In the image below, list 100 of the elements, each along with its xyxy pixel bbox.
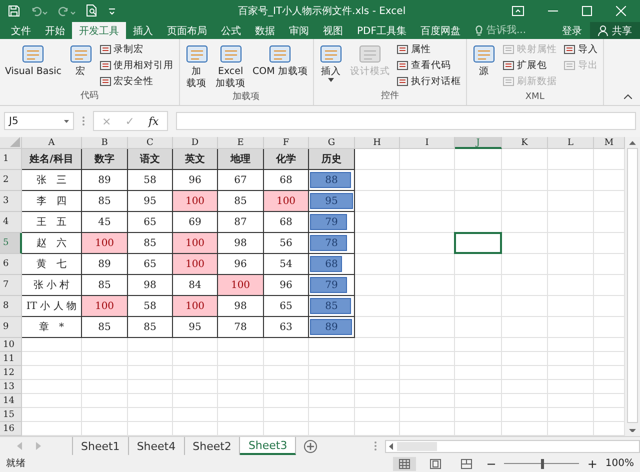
tell-me-field[interactable]: 告诉我... <box>486 25 546 36</box>
ribbon-button[interactable]: 源 <box>470 42 498 92</box>
formula-input[interactable] <box>176 112 636 130</box>
ribbon-button[interactable]: 导入 <box>562 42 600 58</box>
scroll-left-icon[interactable] <box>389 442 393 450</box>
empty-cell <box>264 352 309 366</box>
column-header[interactable]: E <box>218 137 264 150</box>
collapse-ribbon-icon[interactable] <box>624 94 632 100</box>
ribbon-tab[interactable]: PDF工具集 <box>350 22 414 40</box>
normal-view-icon[interactable] <box>393 456 416 471</box>
ribbon-tab[interactable]: 数据 <box>248 22 282 40</box>
empty-cell <box>355 380 400 394</box>
ribbon-button[interactable]: 查看代码 <box>394 58 463 74</box>
ribbon-group-label: 加载项 <box>232 90 261 104</box>
sheet-tab[interactable]: Sheet3 <box>240 437 296 456</box>
column-header[interactable]: A <box>22 137 82 150</box>
zoom-out-button[interactable]: − <box>486 456 496 471</box>
save-icon[interactable] <box>8 4 20 17</box>
table-cell: 王 五 <box>22 212 82 234</box>
zoom-in-button[interactable]: + <box>587 456 598 471</box>
splitter-handle-icon[interactable] <box>374 441 377 452</box>
row-header[interactable]: 10 <box>0 338 22 352</box>
undo-icon[interactable] <box>30 4 48 17</box>
column-header[interactable]: C <box>128 137 173 150</box>
row-header[interactable]: 15 <box>0 408 22 422</box>
ribbon-tab[interactable]: 开发工具 <box>72 22 126 40</box>
row-header[interactable]: 2 <box>0 170 22 192</box>
ribbon-button[interactable]: 属性 <box>394 42 463 58</box>
ribbon-button[interactable]: 插入 <box>316 42 345 90</box>
row-header[interactable]: 11 <box>0 352 22 366</box>
ribbon-tab[interactable]: 百度网盘 <box>413 22 468 40</box>
row-header[interactable]: 7 <box>0 275 22 296</box>
login-button[interactable]: 登录 <box>554 22 590 40</box>
column-header[interactable]: F <box>264 137 309 150</box>
empty-cell <box>502 366 548 380</box>
column-header[interactable]: G <box>309 137 355 150</box>
empty-cell <box>355 254 400 276</box>
column-header[interactable]: B <box>82 137 128 150</box>
row-header[interactable]: 1 <box>0 149 22 170</box>
column-header[interactable]: D <box>173 137 218 150</box>
zoom-slider-thumb[interactable] <box>540 458 544 469</box>
scroll-up-icon[interactable] <box>629 141 636 146</box>
column-header[interactable]: K <box>502 137 548 150</box>
ribbon-tab[interactable]: 公式 <box>214 22 248 40</box>
ribbon-button[interactable]: Visual Basic <box>3 42 64 90</box>
ribbon-button[interactable]: 宏安全性 <box>98 74 176 90</box>
scroll-down-icon[interactable] <box>629 428 636 432</box>
row-header[interactable]: 16 <box>0 422 22 436</box>
column-header[interactable]: J <box>455 137 502 150</box>
close-icon[interactable] <box>616 6 626 16</box>
maximize-icon[interactable] <box>582 6 592 16</box>
ribbon-button[interactable]: 宏 <box>66 42 95 90</box>
ribbon-tab[interactable]: 插入 <box>126 22 160 40</box>
empty-cell <box>218 366 264 380</box>
row-header[interactable]: 5 <box>0 233 22 254</box>
ribbon-display-icon[interactable] <box>512 6 524 16</box>
ribbon-button[interactable]: 执行对话框 <box>394 74 463 90</box>
scrollbar-thumb[interactable] <box>397 442 437 451</box>
scrollbar-thumb[interactable] <box>627 148 638 423</box>
row-header[interactable]: 13 <box>0 380 22 394</box>
empty-cell <box>502 394 548 408</box>
add-sheet-icon[interactable] <box>304 440 318 453</box>
column-header[interactable]: H <box>355 137 400 150</box>
table-cell: 58 <box>128 170 173 192</box>
row-header[interactable]: 9 <box>0 317 22 338</box>
window-title: 百家号_IT小人物示例文件.xls - Excel <box>238 4 407 18</box>
column-header[interactable]: M <box>594 137 625 150</box>
ribbon-button[interactable]: Excel 加载项 <box>214 42 248 90</box>
share-button[interactable]: 共享 <box>590 22 640 40</box>
ribbon-tab[interactable]: 页面布局 <box>160 22 214 40</box>
ribbon-button[interactable]: 使用相对引用 <box>98 58 176 74</box>
ribbon-tab[interactable]: 审阅 <box>282 22 316 40</box>
print-preview-icon[interactable] <box>86 4 98 18</box>
row-header[interactable]: 12 <box>0 366 22 380</box>
ribbon-tab[interactable]: 文件 <box>4 22 38 40</box>
row-header[interactable]: 3 <box>0 191 22 212</box>
splitter-handle-icon[interactable] <box>82 116 85 126</box>
ribbon-button[interactable]: 扩展包 <box>500 58 559 74</box>
redo-icon[interactable] <box>58 4 76 17</box>
ribbon-tab[interactable]: 开始 <box>38 22 72 40</box>
row-header[interactable]: 6 <box>0 254 22 276</box>
empty-cell <box>548 275 594 296</box>
table-cell: 87 <box>218 212 264 234</box>
ribbon-tab[interactable]: 视图 <box>316 22 350 40</box>
row-header[interactable]: 4 <box>0 212 22 234</box>
row-header[interactable]: 8 <box>0 296 22 318</box>
row-header[interactable]: 14 <box>0 394 22 408</box>
ribbon-button[interactable]: 录制宏 <box>98 42 176 58</box>
column-header[interactable]: I <box>400 137 455 150</box>
ribbon-button[interactable]: COM 加载项 <box>250 42 310 90</box>
name-box[interactable]: J5 <box>4 112 74 130</box>
customize-caret-icon[interactable] <box>108 6 116 15</box>
empty-cell <box>455 317 502 338</box>
ribbon-tool-icon <box>502 76 514 88</box>
empty-cell <box>400 317 455 338</box>
empty-cell <box>355 394 400 408</box>
column-header[interactable]: L <box>548 137 594 150</box>
ribbon-button[interactable]: 加 载项 <box>182 42 211 90</box>
empty-cell <box>128 380 173 394</box>
insert-function-button[interactable]: fx <box>148 114 159 128</box>
